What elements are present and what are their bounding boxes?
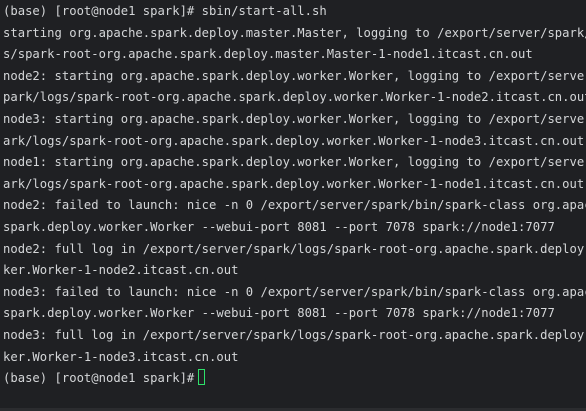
output-line: node2: failed to launch: nice -n 0 /expo… xyxy=(3,198,586,213)
output-line: starting org.apache.spark.deploy.master.… xyxy=(3,25,586,40)
output-line: ark/logs/spark-root-org.apache.spark.dep… xyxy=(3,133,585,148)
output-line: ker.Worker-1-node3.itcast.cn.out xyxy=(3,349,239,364)
output-line: node2: starting org.apache.spark.deploy.… xyxy=(3,68,586,83)
output-line: park/logs/spark-root-org.apache.spark.de… xyxy=(3,90,586,105)
output-line: node3: full log in /export/server/spark/… xyxy=(3,327,586,342)
output-line: s/spark-root-org.apache.spark.deploy.mas… xyxy=(3,47,533,62)
output-line: node1: starting org.apache.spark.deploy.… xyxy=(3,155,586,170)
output-line: ker.Worker-1-node2.itcast.cn.out xyxy=(3,263,239,278)
output-line: node2: full log in /export/server/spark/… xyxy=(3,241,586,256)
output-line: ark/logs/spark-root-org.apache.spark.dep… xyxy=(3,176,585,191)
active-prompt-line[interactable]: (base) [root@node1 spark]# xyxy=(3,368,586,390)
terminal-window[interactable]: (base) [root@node1 spark]# sbin/start-al… xyxy=(0,0,586,411)
output-line: node3: starting org.apache.spark.deploy.… xyxy=(3,111,586,126)
cursor-block[interactable] xyxy=(198,369,206,386)
output-line: spark.deploy.worker.Worker --webui-port … xyxy=(3,219,555,234)
output-line: spark.deploy.worker.Worker --webui-port … xyxy=(3,306,555,321)
shell-prompt: (base) [root@node1 spark]# xyxy=(3,371,195,386)
command-text: sbin/start-all.sh xyxy=(201,4,327,18)
shell-prompt: (base) [root@node1 spark]# xyxy=(3,4,202,18)
output-block: starting org.apache.spark.deploy.master.… xyxy=(3,23,586,369)
output-line: node3: failed to launch: nice -n 0 /expo… xyxy=(3,284,586,299)
command-line: (base) [root@node1 spark]# sbin/start-al… xyxy=(3,1,586,23)
